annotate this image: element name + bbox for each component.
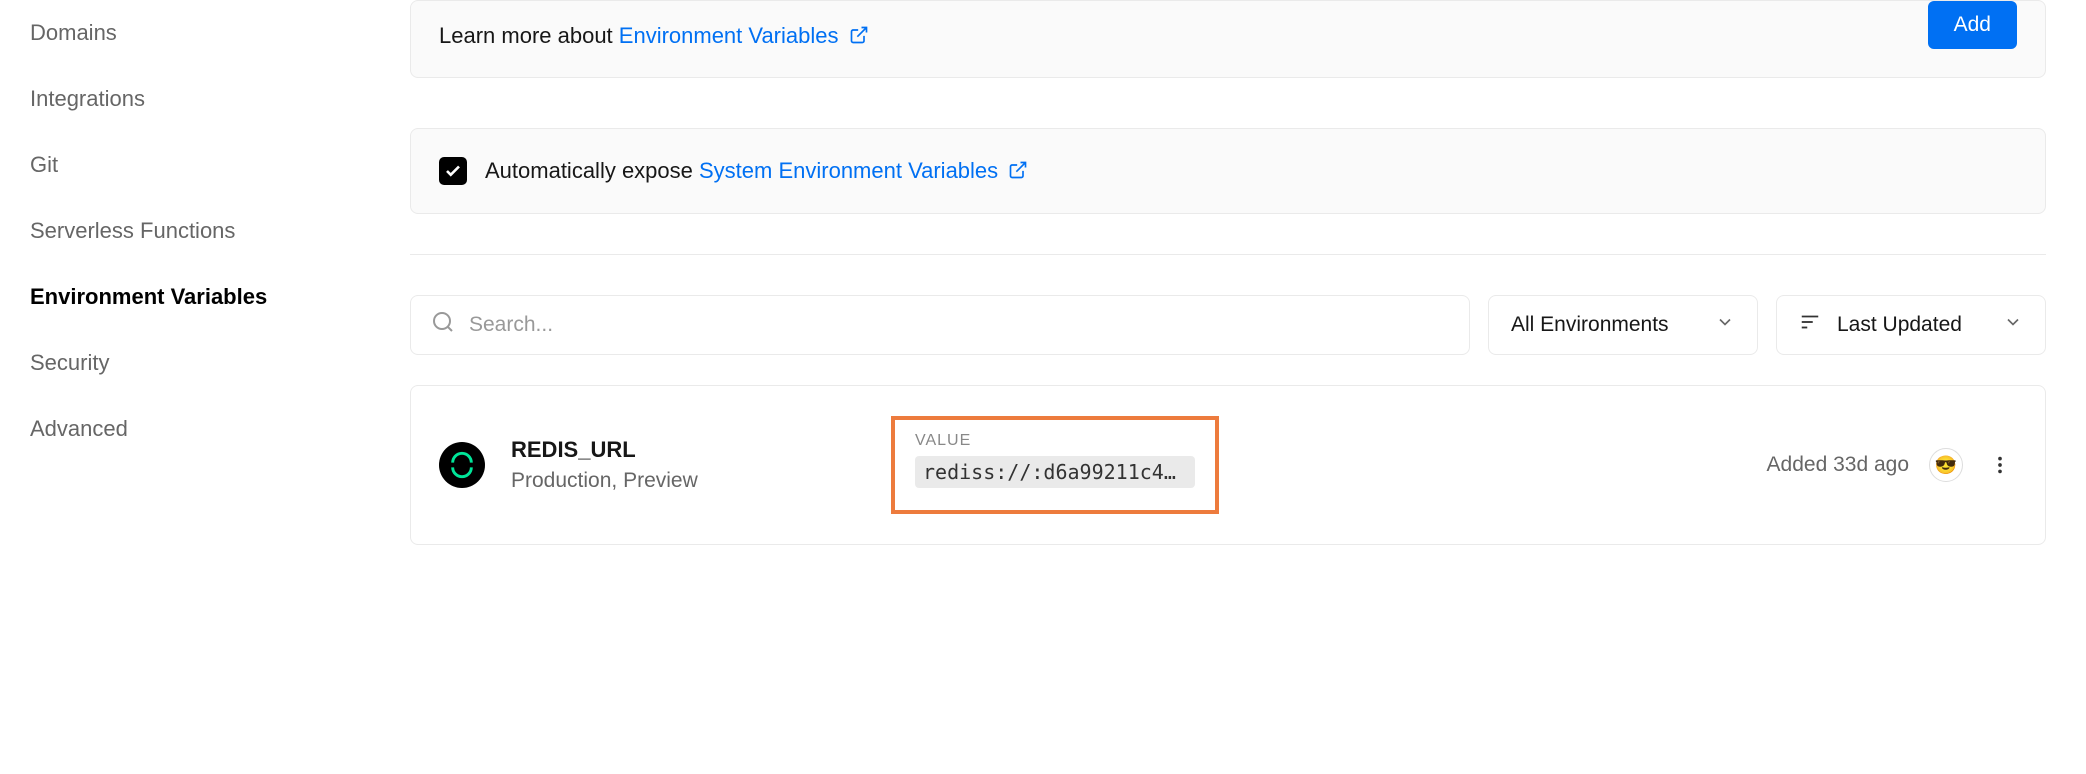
link-text: System Environment Variables <box>699 158 998 183</box>
learn-more-card: Learn more about Environment Variables A… <box>410 0 2046 78</box>
value-code: rediss://:d6a99211c448… <box>915 456 1195 488</box>
env-vars-docs-link[interactable]: Environment Variables <box>619 23 869 48</box>
external-link-icon <box>1008 160 1028 180</box>
auto-expose-text: Automatically expose System Environment … <box>485 158 1028 184</box>
auto-expose-prefix: Automatically expose <box>485 158 699 183</box>
add-button[interactable]: Add <box>1928 1 2017 49</box>
sort-select[interactable]: Last Updated <box>1776 295 2046 355</box>
sidebar-item-advanced[interactable]: Advanced <box>30 396 410 462</box>
environments-select[interactable]: All Environments <box>1488 295 1758 355</box>
env-var-row[interactable]: REDIS_URL Production, Preview VALUE redi… <box>410 385 2046 545</box>
learn-more-prefix: Learn more about <box>439 23 619 48</box>
value-highlight: VALUE rediss://:d6a99211c448… <box>891 416 1219 514</box>
filter-row: All Environments Last Updated <box>410 295 2046 355</box>
environments-select-label: All Environments <box>1511 313 1669 337</box>
sidebar-item-serverless-functions[interactable]: Serverless Functions <box>30 198 410 264</box>
external-link-icon <box>849 25 869 45</box>
search-box[interactable] <box>410 295 1470 355</box>
sort-icon <box>1799 311 1821 339</box>
divider <box>410 254 2046 255</box>
settings-sidebar: Domains Integrations Git Serverless Func… <box>0 0 410 545</box>
var-info: REDIS_URL Production, Preview <box>511 437 891 493</box>
var-meta: Added 33d ago 😎 <box>1767 448 2017 482</box>
sort-select-label: Last Updated <box>1837 313 1962 337</box>
var-environments: Production, Preview <box>511 469 891 493</box>
added-time: Added 33d ago <box>1767 453 1909 477</box>
sidebar-item-environment-variables[interactable]: Environment Variables <box>30 264 410 330</box>
value-label: VALUE <box>915 432 1195 450</box>
chevron-down-icon <box>1715 312 1735 338</box>
sidebar-item-integrations[interactable]: Integrations <box>30 66 410 132</box>
search-icon <box>431 310 455 340</box>
auto-expose-checkbox[interactable] <box>439 157 467 185</box>
search-input[interactable] <box>469 313 1449 337</box>
upstash-icon <box>439 442 485 488</box>
auto-expose-card: Automatically expose System Environment … <box>410 128 2046 214</box>
chevron-down-icon <box>2003 312 2023 338</box>
learn-more-text: Learn more about Environment Variables <box>439 23 869 49</box>
var-name: REDIS_URL <box>511 437 891 463</box>
avatar: 😎 <box>1929 448 1963 482</box>
main-content: Learn more about Environment Variables A… <box>410 0 2086 545</box>
sidebar-item-domains[interactable]: Domains <box>30 0 410 66</box>
more-button[interactable] <box>1983 448 2017 482</box>
sidebar-item-security[interactable]: Security <box>30 330 410 396</box>
sidebar-item-git[interactable]: Git <box>30 132 410 198</box>
system-env-vars-link[interactable]: System Environment Variables <box>699 158 1028 183</box>
link-text: Environment Variables <box>619 23 839 48</box>
